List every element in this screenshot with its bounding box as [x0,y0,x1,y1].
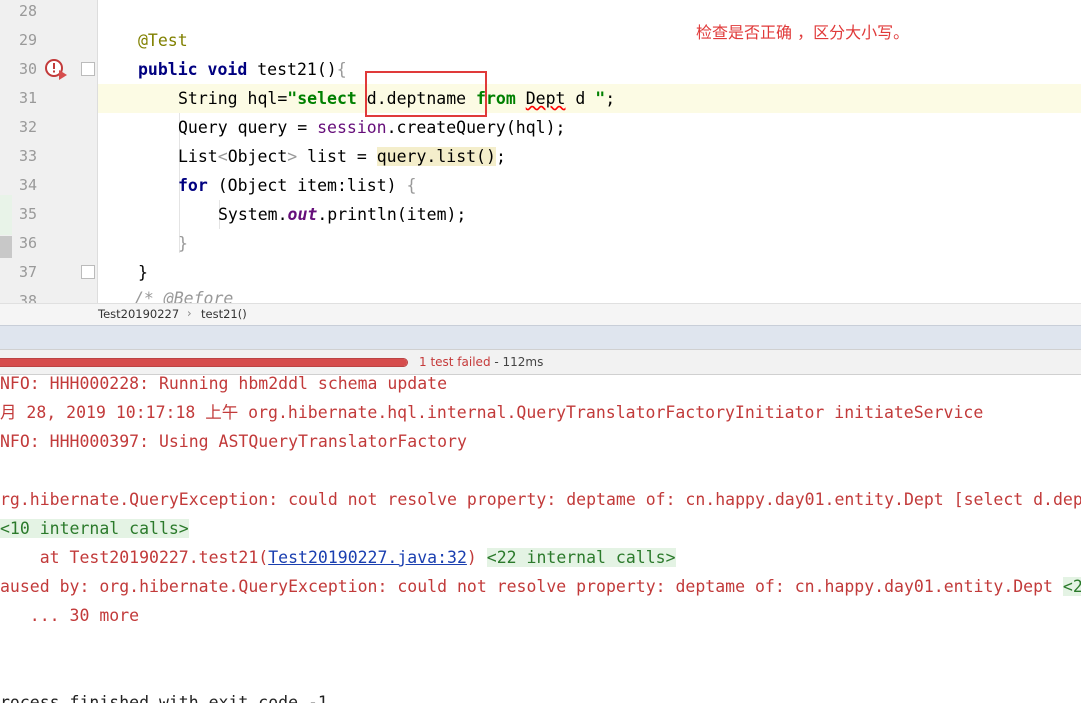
code-text: .createQuery(hql); [386,118,566,137]
brace-token: { [406,176,417,195]
line-number: 33 [18,147,37,165]
brace-token: } [138,263,148,282]
fold-marker-icon[interactable] [81,62,95,76]
breadcrumb-separator: › [187,306,192,320]
static-field-token: out [287,205,318,224]
test-failed-run-icon[interactable] [44,58,68,80]
keyword-token: void [207,60,248,79]
code-text: .println(item); [317,205,467,224]
tool-window-header [0,325,1081,349]
code-text: (Object item:list) [207,176,407,195]
test-progress-fill [0,359,407,366]
generic-bracket: > [287,147,298,166]
code-text: test21() [247,60,337,79]
source-link[interactable]: Test20190227.java:32 [268,548,467,567]
test-status-bar: 1 test failed - 112ms [0,349,1081,375]
annotation-token: @Test [138,31,188,50]
line-number: 28 [18,2,37,20]
code-line-35[interactable]: System.out.println(item); [98,200,1081,229]
console-line: at Test20190227.test21(Test20190227.java… [0,543,676,572]
line-number: 30 [18,60,37,78]
console-line: NFO: HHH000397: Using ASTQueryTranslator… [0,432,467,451]
failed-count-label: 1 test failed [419,355,491,369]
fold-marker-icon[interactable] [81,265,95,279]
string-token: " [287,89,298,108]
highlight-annotation-box [365,71,487,117]
code-line-36[interactable]: } [98,229,1081,258]
code-text: ; [605,89,616,108]
internal-calls-fold[interactable]: <2 [1062,577,1081,596]
code-line-34[interactable]: for (Object item:list) { [98,171,1081,200]
console-line: ... 30 more [0,606,140,625]
console-line: 月 28, 2019 10:17:18 上午 org.hibernate.hql… [0,403,984,422]
keyword-token: public [138,60,198,79]
line-number: 37 [18,263,37,281]
code-line-32[interactable]: Query query = session.createQuery(hql); [98,113,1081,142]
spelling-warning-token: Dept [525,89,566,108]
code-text: String hql= [178,89,288,108]
comment-token: /* @Before [134,289,234,303]
line-number: 36 [18,234,37,252]
highlighted-expression: query.list() [376,147,496,166]
console-line: aused by: org.hibernate.QueryException: … [0,572,1081,601]
string-token: select [297,89,357,108]
code-line-29[interactable]: @Test [98,26,1081,55]
console-line: rocess finished with exit code -1 [0,693,328,703]
code-line-31[interactable]: String hql="select d.deptname from Dept … [98,84,1081,113]
line-number: 34 [18,176,37,194]
code-text: Query query = [178,118,318,137]
brace-token: { [336,60,347,79]
code-line-38[interactable]: /* @Before [98,284,1081,303]
code-text: System. [218,205,288,224]
code-text: list = [297,147,377,166]
code-text: List [178,147,218,166]
line-number: 35 [18,205,37,223]
internal-calls-fold[interactable]: <22 internal calls> [486,548,676,567]
console-line: <10 internal calls> [0,514,189,543]
generic-bracket: < [217,147,228,166]
code-line-37[interactable]: } [98,258,1081,287]
line-number: 38 [18,292,37,303]
brace-token: } [178,234,188,253]
annotation-note: 检查是否正确 ，区分大小写。 [696,23,910,42]
code-text: Object [227,147,288,166]
exception-text: aused by: org.hibernate.QueryException: … [0,577,1063,596]
code-text: ; [495,147,506,166]
breadcrumb-class[interactable]: Test20190227 [98,307,179,321]
string-token: " [595,89,606,108]
code-editor[interactable]: 28 29 30 31 32 33 34 35 36 37 38 @Test p… [0,0,1081,303]
test-result-summary: 1 test failed - 112ms [419,355,543,369]
console-line: NFO: HHH000228: Running hbm2ddl schema u… [0,375,448,393]
internal-calls-fold[interactable]: <10 internal calls> [0,519,189,538]
stack-frame-text: ) [466,548,487,567]
keyword-token: for [178,176,208,195]
breadcrumb-method[interactable]: test21() [201,307,247,321]
run-console[interactable]: NFO: HHH000228: Running hbm2ddl schema u… [0,375,1081,703]
code-line-33[interactable]: List<Object> list = query.list(); [98,142,1081,171]
line-number: 29 [18,31,37,49]
test-progress-bar [0,358,408,367]
breadcrumb: Test20190227 › test21() [0,303,1081,325]
line-number: 31 [18,89,37,107]
code-text: d [565,89,596,108]
code-line-30[interactable]: public void test21(){ [98,55,1081,84]
test-duration: - 112ms [490,355,544,369]
line-number: 32 [18,118,37,136]
field-token: session [317,118,387,137]
console-line: rg.hibernate.QueryException: could not r… [0,490,1081,509]
stack-frame-text: at Test20190227.test21( [0,548,269,567]
